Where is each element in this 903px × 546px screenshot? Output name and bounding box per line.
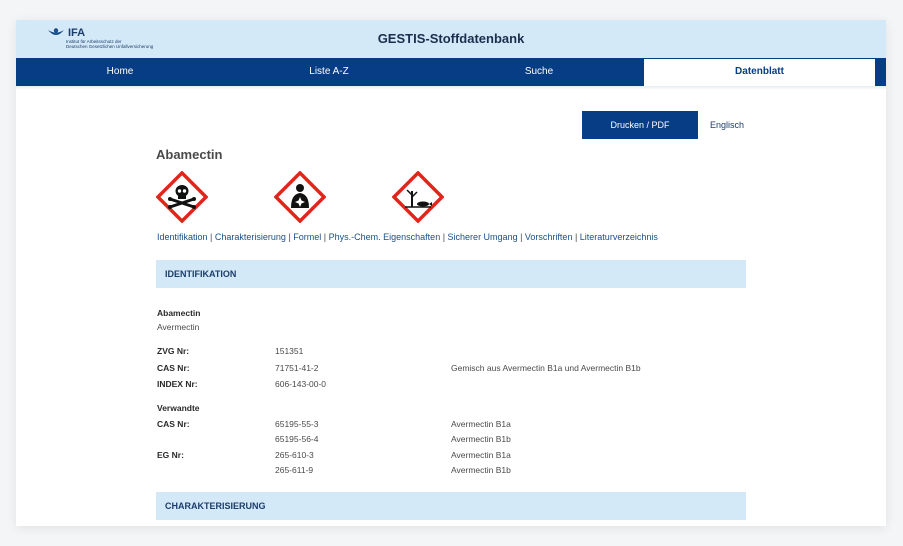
- separator: |: [440, 232, 448, 242]
- substance-synonym: Avermectin: [157, 322, 200, 332]
- link-literaturverzeichnis[interactable]: Literaturverzeichnis: [580, 232, 658, 242]
- cas-label: CAS Nr:: [157, 363, 190, 373]
- link-charakterisierung[interactable]: Charakterisierung: [215, 232, 286, 242]
- index-label: INDEX Nr:: [157, 379, 198, 389]
- separator: |: [572, 232, 580, 242]
- index-value: 606-143-00-0: [275, 379, 327, 389]
- link-formel[interactable]: Formel: [293, 232, 321, 242]
- related-cas-number: 65195-55-3: [275, 419, 319, 429]
- nav-divider: [16, 86, 886, 90]
- section-heading-charakterisierung: CHARAKTERISIERUNG: [156, 492, 746, 520]
- link-vorschriften[interactable]: Vorschriften: [525, 232, 573, 242]
- separator: |: [321, 232, 329, 242]
- main-nav: Home Liste A-Z Suche Datenblatt: [16, 58, 886, 86]
- related-cas-label: CAS Nr:: [157, 419, 190, 429]
- nav-datasheet[interactable]: Datenblatt: [644, 58, 875, 86]
- zvg-label: ZVG Nr:: [157, 346, 190, 356]
- nav-home[interactable]: Home: [16, 58, 224, 86]
- link-identifikation[interactable]: Identifikation: [157, 232, 208, 242]
- cas-value: 71751-41-2: [275, 363, 319, 373]
- link-phys-chem[interactable]: Phys.-Chem. Eigenschaften: [329, 232, 441, 242]
- related-cas-name: Avermectin B1a: [451, 419, 511, 429]
- separator: |: [207, 232, 215, 242]
- related-eg-number: 265-610-3: [275, 450, 314, 460]
- related-eg-label: EG Nr:: [157, 450, 184, 460]
- substance-title: Abamectin: [156, 147, 223, 162]
- site-header: IFA Institut für Arbeitsschutz der Deuts…: [16, 20, 886, 58]
- section-links: Identifikation | Charakterisierung | For…: [157, 232, 658, 242]
- language-english-link[interactable]: Englisch: [710, 111, 744, 139]
- related-cas-name: Avermectin B1b: [451, 434, 511, 444]
- related-eg-number: 265-611-9: [275, 465, 314, 475]
- substance-name: Abamectin: [157, 308, 201, 318]
- browser-window: IFA Institut für Arbeitsschutz der Deuts…: [16, 20, 886, 526]
- zvg-value: 151351: [275, 346, 304, 356]
- link-sicherer-umgang[interactable]: Sicherer Umgang: [448, 232, 518, 242]
- related-cas-number: 65195-56-4: [275, 434, 319, 444]
- health-hazard-icon: [274, 171, 326, 223]
- print-pdf-button[interactable]: Drucken / PDF: [582, 111, 698, 139]
- skull-crossbones-icon: [156, 171, 208, 223]
- separator: |: [517, 232, 525, 242]
- nav-list-a-z[interactable]: Liste A-Z: [224, 58, 434, 86]
- environment-icon: [392, 171, 444, 223]
- related-eg-name: Avermectin B1a: [451, 450, 511, 460]
- app-title: GESTIS-Stoffdatenbank: [377, 31, 525, 46]
- cas-note: Gemisch aus Avermectin B1a und Avermecti…: [451, 363, 641, 373]
- nav-search[interactable]: Suche: [434, 58, 644, 86]
- section-heading-identifikation: IDENTIFIKATION: [156, 260, 746, 288]
- related-heading: Verwandte: [157, 403, 200, 413]
- related-eg-name: Avermectin B1b: [451, 465, 511, 475]
